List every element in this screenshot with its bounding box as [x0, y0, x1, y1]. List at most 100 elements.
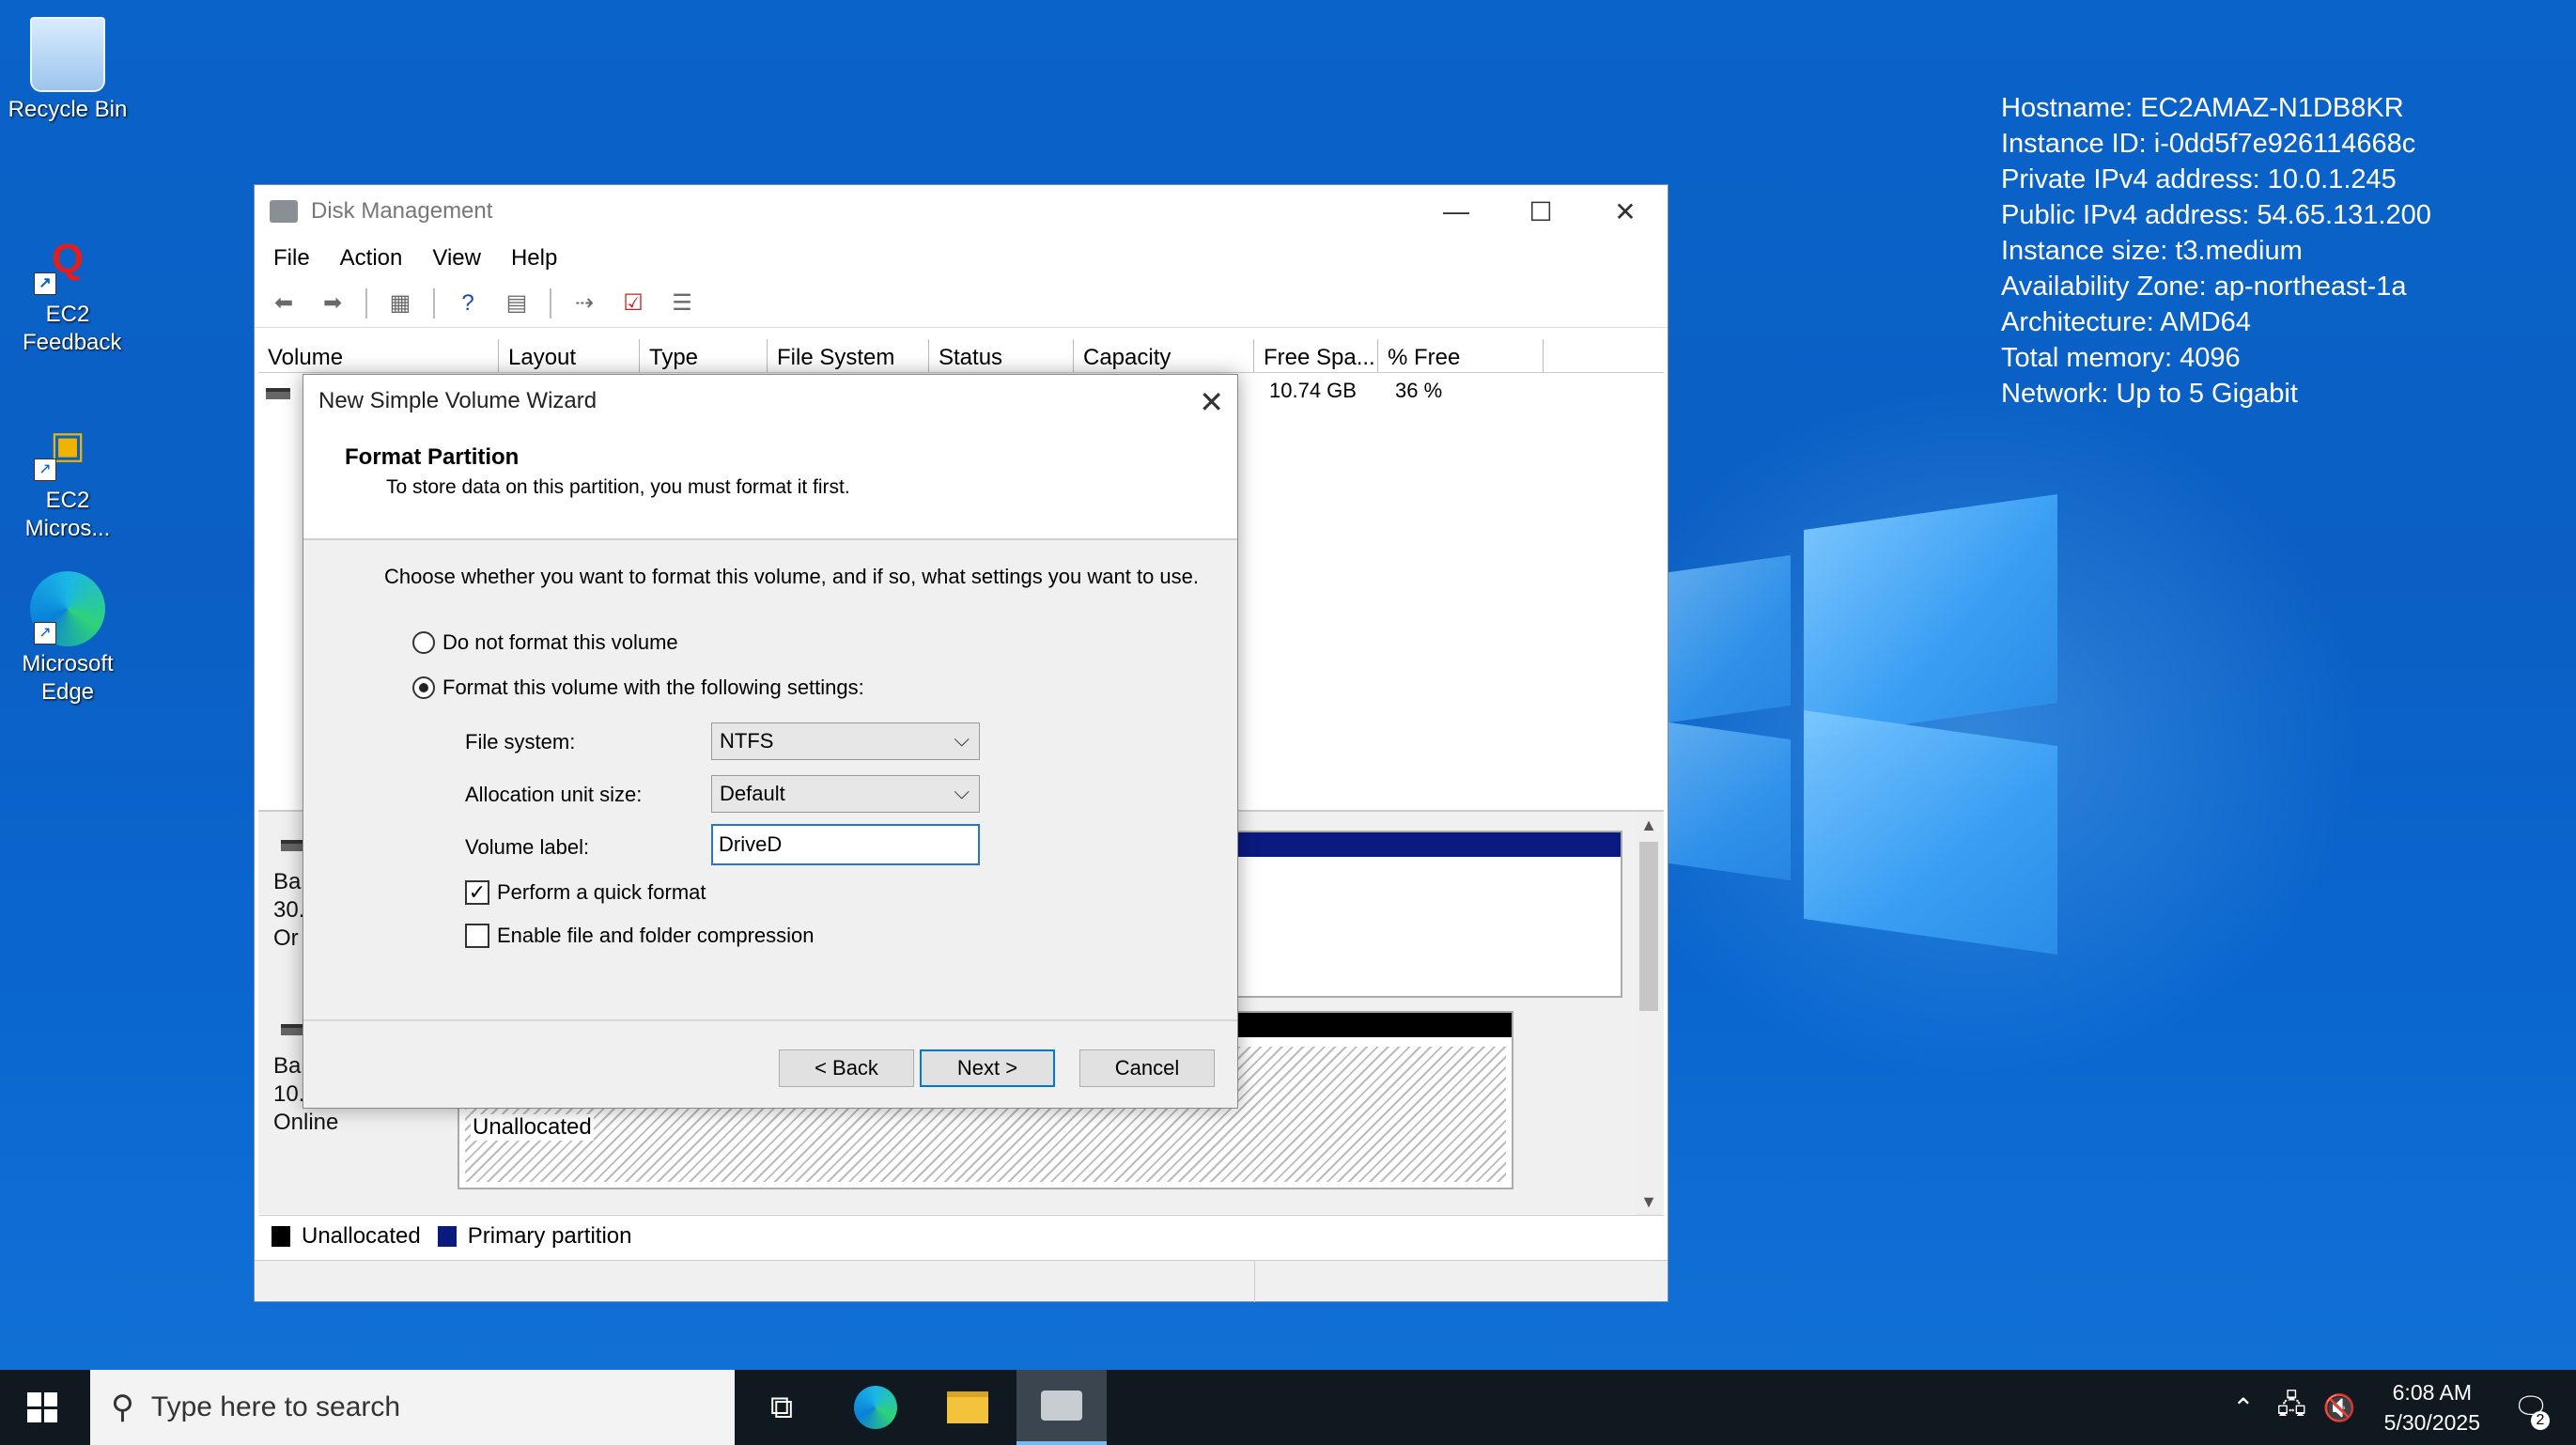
- radio-format-volume[interactable]: Format this volume with the following se…: [412, 676, 864, 700]
- volume-muted-icon[interactable]: 🔇: [2323, 1392, 2356, 1423]
- taskbar-search-box[interactable]: ⚲ Type here to search: [90, 1370, 735, 1445]
- disk-0-primary-partition[interactable]: [1235, 831, 1622, 998]
- vertical-scrollbar[interactable]: ▲ ▼: [1636, 812, 1662, 1216]
- recycle-bin-icon: [30, 17, 105, 92]
- wallpaper-logo-pane: [1804, 494, 2057, 738]
- minimize-button[interactable]: —: [1414, 185, 1498, 238]
- info-line: Instance ID: i-0dd5f7e926114668c: [2001, 129, 2416, 159]
- desktop-icon-label: EC2 Micros...: [24, 488, 111, 541]
- legend-label: Primary partition: [467, 1222, 632, 1249]
- clock-time: 6:08 AM: [2392, 1380, 2473, 1405]
- list-view-icon[interactable]: ☰: [666, 288, 698, 319]
- partition-label: Unallocated: [471, 1114, 594, 1141]
- menu-action[interactable]: Action: [340, 245, 403, 272]
- wizard-title-bar[interactable]: New Simple Volume Wizard: [303, 375, 1237, 427]
- column-capacity[interactable]: Capacity: [1074, 339, 1254, 372]
- info-line: Private IPv4 address: 10.0.1.245: [2001, 164, 2397, 194]
- notification-count-badge: 2: [2531, 1410, 2550, 1430]
- volume-label-input[interactable]: [711, 824, 980, 865]
- info-line: Architecture: AMD64: [2001, 307, 2251, 337]
- file-explorer-icon[interactable]: [923, 1370, 1013, 1445]
- disk-0-info[interactable]: Ba 30. Or: [273, 868, 304, 953]
- legend-label: Unallocated: [302, 1222, 421, 1249]
- button-separator: [303, 1019, 1237, 1021]
- scroll-up-icon[interactable]: ▲: [1636, 816, 1662, 835]
- volume-row-free-space[interactable]: 10.74 GB: [1269, 379, 1357, 403]
- task-view-icon[interactable]: ⧉: [737, 1370, 827, 1445]
- desktop-icon-ec2-feedback[interactable]: Q ↗ EC2 Feedback: [2, 222, 133, 357]
- checkmark-icon: ✓: [465, 880, 489, 905]
- info-line: Hostname: EC2AMAZ-N1DB8KR: [2001, 93, 2404, 123]
- wizard-description: Choose whether you want to format this v…: [384, 565, 1200, 588]
- help-icon[interactable]: ?: [452, 288, 484, 319]
- column-file-system[interactable]: File System: [768, 339, 929, 372]
- menu-help[interactable]: Help: [511, 245, 557, 272]
- column-layout[interactable]: Layout: [499, 339, 640, 372]
- desktop-icon-recycle-bin[interactable]: Recycle Bin: [2, 17, 133, 124]
- next-button[interactable]: Next >: [920, 1049, 1055, 1087]
- file-system-label: File system:: [465, 730, 576, 754]
- radio-do-not-format[interactable]: Do not format this volume: [412, 630, 678, 655]
- volume-row-percent-free[interactable]: 36 %: [1395, 379, 1442, 403]
- scroll-down-icon[interactable]: ▼: [1636, 1192, 1662, 1212]
- legend-swatch-unallocated: [272, 1225, 290, 1247]
- system-info-overlay: Hostname: EC2AMAZ-N1DB8KR Instance ID: i…: [2001, 90, 2431, 412]
- shortcut-arrow-icon: ↗: [34, 458, 56, 481]
- edge-taskbar-icon[interactable]: [830, 1370, 921, 1445]
- toolbar-separator: [365, 287, 367, 319]
- column-type[interactable]: Type: [640, 339, 768, 372]
- wallpaper-logo-pane: [1668, 722, 1791, 881]
- status-bar: [255, 1260, 1668, 1302]
- connect-icon[interactable]: ⇢: [568, 288, 600, 319]
- scroll-thumb[interactable]: [1639, 842, 1658, 1011]
- info-line: Public IPv4 address: 54.65.131.200: [2001, 200, 2431, 230]
- forward-arrow-icon[interactable]: ➡: [317, 288, 349, 319]
- column-status[interactable]: Status: [929, 339, 1074, 372]
- chevron-down-icon: ⌵: [954, 780, 970, 803]
- column-free-space[interactable]: Free Spa...: [1254, 339, 1378, 372]
- network-icon[interactable]: 🖧: [2277, 1385, 2306, 1430]
- wizard-close-icon[interactable]: ✕: [1199, 384, 1224, 420]
- chevron-down-icon: ⌵: [954, 727, 970, 751]
- console-tree-icon[interactable]: ▦: [384, 288, 416, 319]
- window-title: Disk Management: [311, 198, 493, 224]
- allocation-unit-select[interactable]: Default ⌵: [711, 775, 980, 813]
- legend-swatch-primary: [437, 1225, 457, 1247]
- file-system-select[interactable]: NTFS ⌵: [711, 722, 980, 760]
- column-volume[interactable]: Volume: [258, 339, 499, 372]
- clock[interactable]: 6:08 AM 5/30/2025: [2384, 1377, 2480, 1437]
- info-line: Total memory: 4096: [2001, 343, 2241, 373]
- chevron-up-icon[interactable]: ⌃: [2232, 1392, 2254, 1423]
- menu-bar: File Action View Help: [255, 238, 1668, 279]
- start-button[interactable]: [0, 1370, 85, 1445]
- wallpaper-logo-pane: [1668, 554, 1791, 723]
- info-line: Availability Zone: ap-northeast-1a: [2001, 272, 2407, 302]
- desktop-icon-edge[interactable]: ↗ Microsoft Edge: [2, 571, 133, 707]
- column-percent-free[interactable]: % Free: [1378, 339, 1544, 372]
- compression-checkbox[interactable]: Enable file and folder compression: [465, 924, 815, 948]
- back-arrow-icon[interactable]: ⬅: [268, 288, 300, 319]
- wizard-header: Format Partition To store data on this p…: [303, 427, 1237, 540]
- desktop-icon-label: EC2 Feedback: [23, 302, 122, 355]
- search-placeholder: Type here to search: [150, 1391, 401, 1422]
- menu-view[interactable]: View: [432, 245, 481, 272]
- back-button[interactable]: < Back: [779, 1049, 914, 1087]
- quick-format-checkbox[interactable]: ✓ Perform a quick format: [465, 880, 706, 905]
- system-tray: ⌃ 🖧 🔇 6:08 AM 5/30/2025 🗨 2: [2232, 1370, 2576, 1445]
- volume-disk-icon: [266, 388, 290, 399]
- properties-icon[interactable]: ▤: [501, 288, 533, 319]
- cancel-button[interactable]: Cancel: [1079, 1049, 1215, 1087]
- disk-management-taskbar-icon[interactable]: [1016, 1370, 1107, 1445]
- checklist-icon[interactable]: ☑: [617, 288, 649, 319]
- close-button[interactable]: ✕: [1583, 185, 1668, 238]
- volume-label-label: Volume label:: [465, 835, 590, 859]
- desktop-icon-ec2-microsoft[interactable]: ▣ ↗ EC2 Micros...: [2, 408, 133, 543]
- menu-file[interactable]: File: [273, 245, 310, 272]
- maximize-button[interactable]: ☐: [1498, 185, 1583, 238]
- notification-center-icon[interactable]: 🗨 2: [2503, 1391, 2559, 1430]
- package-icon: ▣ ↗: [30, 408, 105, 483]
- volume-list-header: Volume Layout Type File System Status Ca…: [258, 339, 1664, 373]
- wizard-title: New Simple Volume Wizard: [318, 388, 597, 413]
- wallpaper-logo-pane: [1804, 710, 2057, 955]
- toolbar: ⬅ ➡ ▦ ? ▤ ⇢ ☑ ☰: [255, 279, 1668, 328]
